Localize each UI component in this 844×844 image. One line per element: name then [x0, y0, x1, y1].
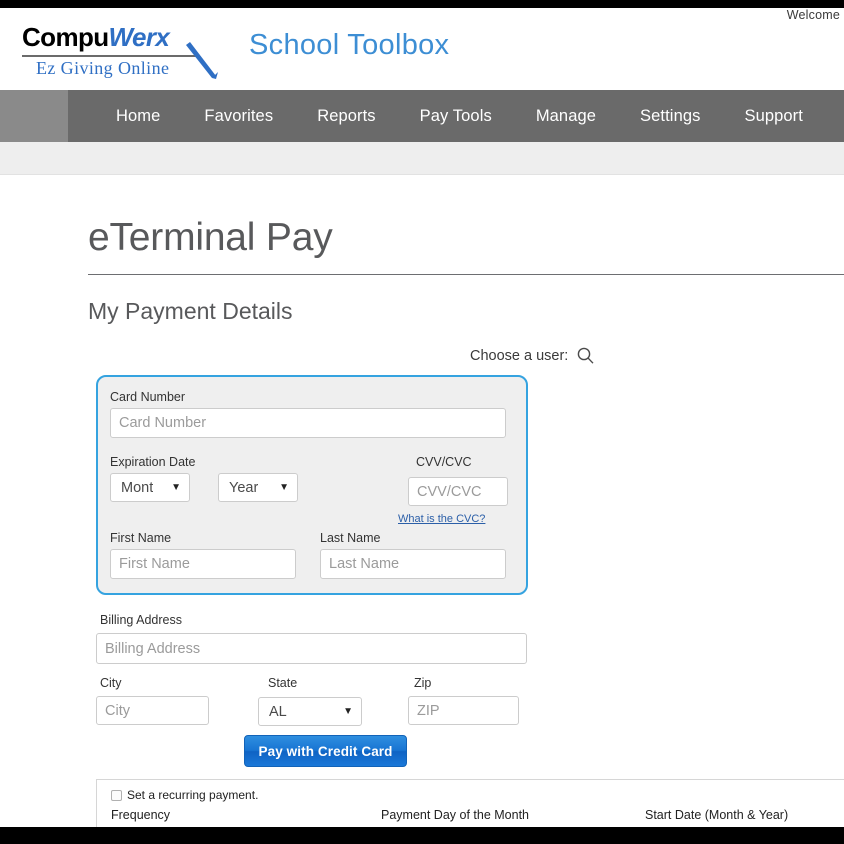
expiration-month-select[interactable]: Mont ▼ — [110, 473, 190, 502]
expiration-date-label: Expiration Date — [110, 455, 195, 469]
logo-swoosh-icon — [182, 32, 222, 80]
chevron-down-icon: ▼ — [343, 707, 353, 717]
payment-day-column-label: Payment Day of the Month — [381, 808, 529, 822]
billing-address-input[interactable] — [96, 633, 527, 664]
last-name-input[interactable] — [320, 549, 506, 579]
subnav-band — [0, 142, 844, 175]
app-title: School Toolbox — [249, 29, 449, 62]
nav-item-pay-tools[interactable]: Pay Tools — [398, 107, 514, 126]
card-number-label: Card Number — [110, 390, 185, 404]
start-date-column-label: Start Date (Month & Year) — [645, 808, 788, 822]
logo-wordmark: CompuWerx — [22, 22, 169, 52]
first-name-input[interactable] — [110, 549, 296, 579]
state-select[interactable]: AL ▼ — [258, 697, 362, 726]
zip-input[interactable] — [408, 696, 519, 725]
state-label: State — [268, 676, 297, 690]
frequency-column-label: Frequency — [111, 808, 170, 822]
nav-item-support[interactable]: Support — [722, 107, 825, 126]
logo-secondary-text: Werx — [109, 22, 170, 52]
nav-item-favorites[interactable]: Favorites — [182, 107, 295, 126]
recurring-payment-panel: Set a recurring payment. Frequency Payme… — [96, 779, 844, 827]
chevron-down-icon: ▼ — [171, 483, 181, 493]
welcome-text: Welcome — [787, 8, 840, 22]
state-value: AL — [269, 704, 287, 720]
bottom-letterbox-bar — [0, 827, 844, 844]
page-root: Welcome CompuWerx Ez Giving Online Schoo… — [0, 0, 844, 844]
card-details-panel: Card Number Expiration Date Mont ▼ Year … — [96, 375, 528, 595]
search-icon[interactable] — [576, 346, 595, 365]
pay-with-credit-card-button[interactable]: Pay with Credit Card — [244, 735, 407, 767]
navbar-left-spacer — [0, 90, 68, 142]
last-name-label: Last Name — [320, 531, 380, 545]
page-title: eTerminal Pay — [88, 216, 333, 260]
main-navigation: Home Favorites Reports Pay Tools Manage … — [0, 90, 844, 142]
logo-tagline: Ez Giving Online — [36, 55, 169, 81]
choose-user-label: Choose a user: — [470, 348, 568, 364]
page-title-divider — [88, 274, 844, 275]
nav-item-list: Home Favorites Reports Pay Tools Manage … — [68, 90, 825, 142]
recurring-checkbox-row[interactable]: Set a recurring payment. — [111, 788, 258, 802]
city-input[interactable] — [96, 696, 209, 725]
expiration-year-value: Year — [229, 480, 258, 496]
choose-user-row: Choose a user: — [470, 346, 595, 365]
expiration-month-value: Mont — [121, 480, 153, 496]
section-title: My Payment Details — [88, 298, 293, 325]
cvc-label: CVV/CVC — [416, 455, 472, 469]
top-letterbox-bar — [0, 0, 844, 8]
zip-label: Zip — [414, 676, 431, 690]
city-label: City — [100, 676, 122, 690]
nav-item-home[interactable]: Home — [94, 107, 182, 126]
nav-item-settings[interactable]: Settings — [618, 107, 722, 126]
recurring-checkbox-label: Set a recurring payment. — [127, 788, 258, 802]
cvc-input[interactable] — [408, 477, 508, 506]
site-header: Welcome CompuWerx Ez Giving Online Schoo… — [0, 8, 844, 90]
nav-item-manage[interactable]: Manage — [514, 107, 618, 126]
what-is-the-cvc-link[interactable]: What is the CVC? — [398, 513, 485, 525]
billing-address-label: Billing Address — [100, 613, 182, 627]
expiration-year-select[interactable]: Year ▼ — [218, 473, 298, 502]
first-name-label: First Name — [110, 531, 171, 545]
card-number-input[interactable] — [110, 408, 506, 438]
nav-item-reports[interactable]: Reports — [295, 107, 397, 126]
chevron-down-icon: ▼ — [279, 483, 289, 493]
site-logo[interactable]: CompuWerx Ez Giving Online — [22, 22, 222, 84]
recurring-checkbox[interactable] — [111, 790, 122, 801]
logo-primary-text: Compu — [22, 22, 109, 52]
